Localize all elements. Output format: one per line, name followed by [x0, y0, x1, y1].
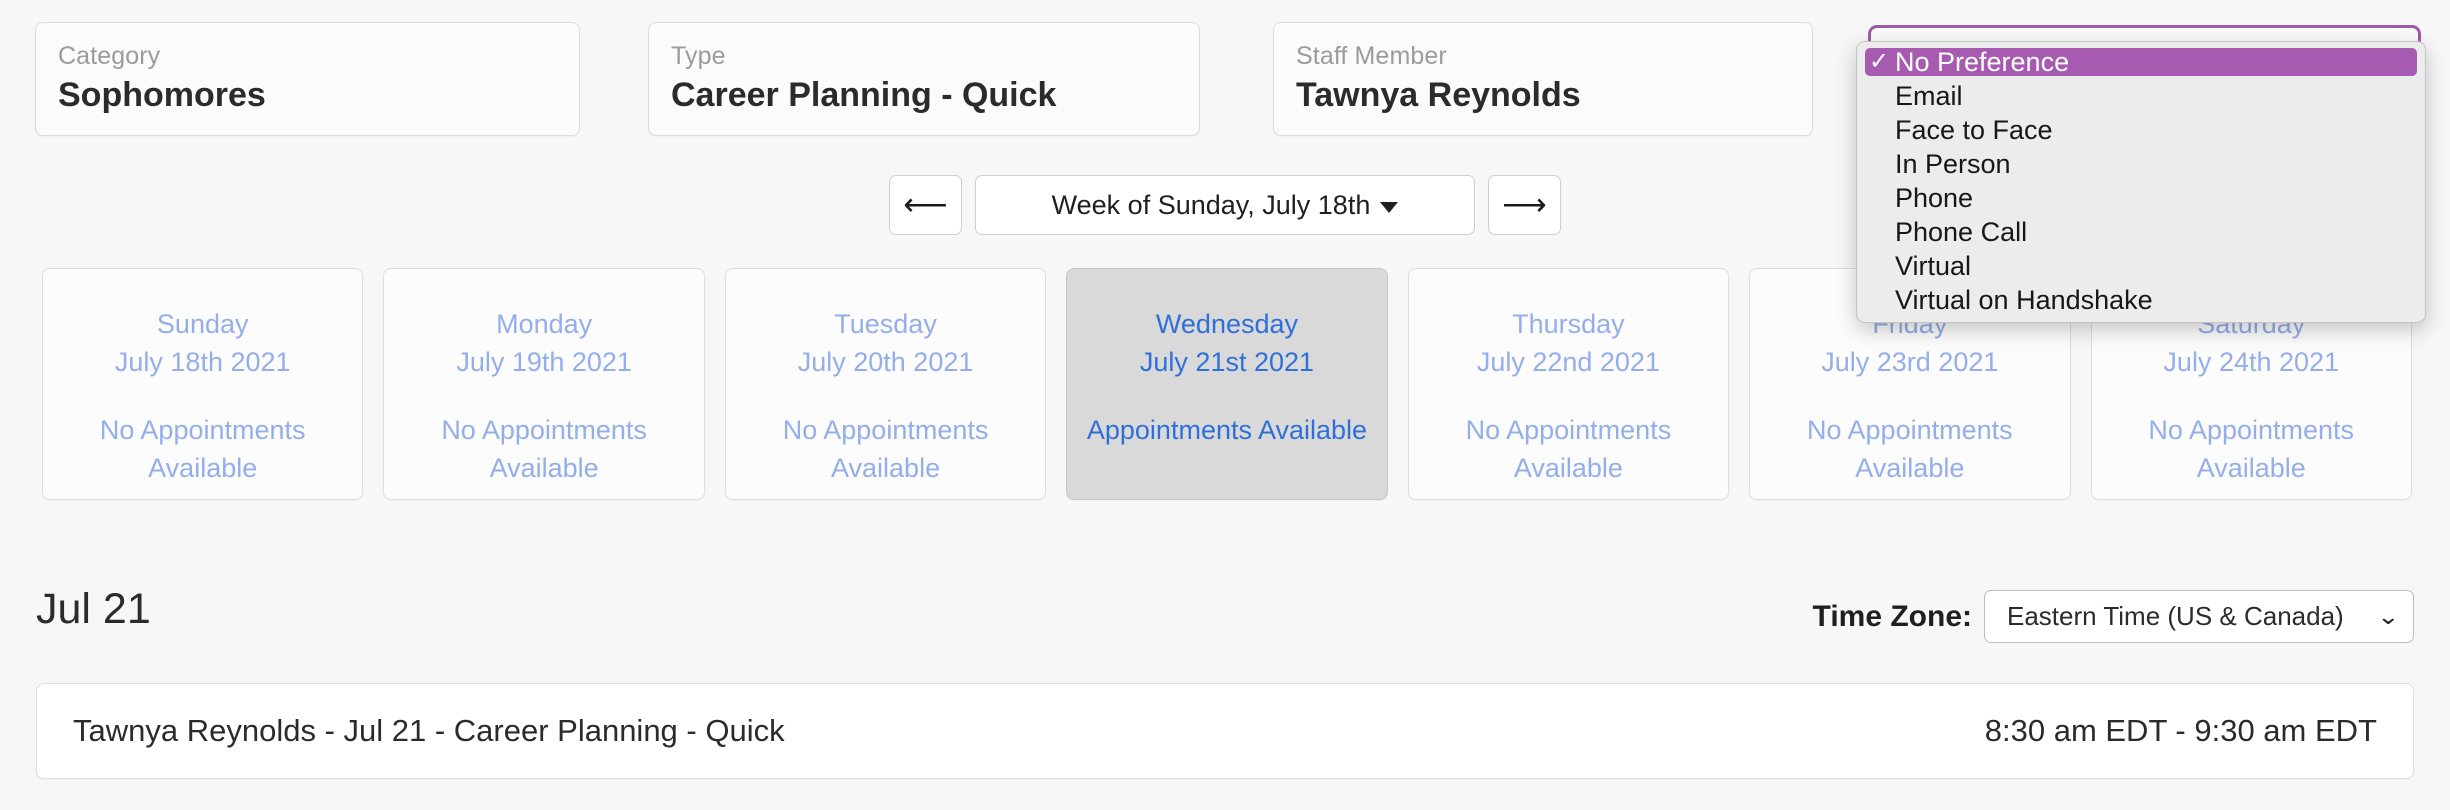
dropdown-option[interactable]: ✓ No Preference — [1865, 48, 2417, 76]
day-card-date: July 22nd 2021 — [1476, 347, 1660, 377]
day-card-date: July 20th 2021 — [797, 347, 974, 377]
dropdown-option-label: Virtual on Handshake — [1895, 285, 2153, 315]
day-card-status: No Appointments Available — [2148, 415, 2355, 483]
filter-label-category: Category — [58, 42, 161, 70]
day-card-name: Wednesday — [1155, 309, 1299, 339]
appointment-slot-row[interactable]: Tawnya Reynolds - Jul 21 - Career Planni… — [36, 683, 2414, 779]
week-picker-button[interactable]: Week of Sunday, July 18th — [975, 175, 1475, 235]
selected-date-heading: Jul 21 — [36, 585, 151, 633]
dropdown-option[interactable]: Phone — [1865, 184, 2417, 212]
day-card-name: Tuesday — [834, 309, 937, 339]
day-card-name: Monday — [496, 309, 593, 339]
day-card-date: July 21st 2021 — [1139, 347, 1315, 377]
appointment-title: Tawnya Reynolds - Jul 21 - Career Planni… — [73, 713, 785, 748]
day-card-date: July 19th 2021 — [456, 347, 632, 377]
dropdown-option[interactable]: Virtual — [1865, 252, 2417, 280]
check-icon: ✓ — [1869, 48, 1890, 75]
dropdown-option-label: Phone — [1895, 183, 1974, 213]
filter-value-type: Career Planning - Quick — [671, 76, 1057, 114]
timezone-control: Time Zone: Eastern Time (US & Canada) ⌄ — [1813, 590, 2414, 643]
dropdown-option-label: Virtual — [1895, 251, 1972, 281]
filter-card-type[interactable]: Type Career Planning - Quick — [648, 22, 1200, 136]
day-card[interactable]: Tuesday July 20th 2021 No Appointments Ava… — [724, 268, 1047, 500]
dropdown-option-label: Phone Call — [1895, 217, 2028, 247]
filter-card-staff-member[interactable]: Staff Member Tawnya Reynolds — [1273, 22, 1813, 136]
day-card[interactable]: Sunday July 18th 2021 No Appointments Avai… — [42, 268, 364, 500]
arrow-left-icon: ⟵ — [903, 187, 948, 222]
filter-label-type: Type — [671, 42, 726, 70]
chevron-down-icon: ⌄ — [2376, 603, 2400, 629]
filter-card-category[interactable]: Category Sophomores — [35, 22, 580, 136]
day-card-status: No Appointments Available — [1465, 415, 1672, 483]
dropdown-option[interactable]: Phone Call — [1865, 218, 2417, 246]
day-card-status: No Appointments Available — [99, 415, 306, 483]
appointment-time-range: 8:30 am EDT - 9:30 am EDT — [1984, 713, 2377, 748]
day-card-date: July 24th 2021 — [2163, 347, 2340, 377]
dropdown-option[interactable]: Virtual on Handshake — [1865, 286, 2417, 314]
timezone-selected-value: Eastern Time (US & Canada) — [2007, 601, 2344, 631]
day-card[interactable]: Wednesday July 21st 2021 Appointments Avai… — [1066, 268, 1388, 500]
dropdown-option[interactable]: Email — [1865, 82, 2417, 110]
week-picker-label: Week of Sunday, July 18th — [1051, 189, 1371, 220]
dropdown-option-label: In Person — [1895, 149, 2011, 179]
dropdown-option-label: Email — [1895, 81, 1963, 111]
timezone-select[interactable]: Eastern Time (US & Canada) ⌄ — [1984, 590, 2414, 643]
filter-label-staff-member: Staff Member — [1296, 42, 1447, 70]
day-card-status: Appointments Available — [1086, 415, 1368, 445]
day-card-date: July 18th 2021 — [114, 347, 291, 377]
day-card[interactable]: Monday July 19th 2021 No Appointments Avai… — [383, 268, 705, 500]
day-card-status: No Appointments Available — [782, 415, 989, 483]
filter-value-staff-member: Tawnya Reynolds — [1296, 76, 1581, 114]
dropdown-option[interactable]: In Person — [1865, 150, 2417, 178]
chevron-down-icon — [1380, 201, 1399, 213]
dropdown-option-label: Face to Face — [1895, 115, 2053, 145]
day-card-status: No Appointments Available — [441, 415, 647, 483]
modality-dropdown-menu[interactable]: ✓ No Preference Email Face to Face In Person… — [1856, 41, 2426, 323]
dropdown-option[interactable]: Face to Face — [1865, 116, 2417, 144]
timezone-label: Time Zone: — [1812, 599, 1972, 633]
dropdown-option-label: No Preference — [1895, 47, 2070, 77]
previous-week-button[interactable]: ⟵ — [889, 175, 962, 235]
arrow-right-icon: ⟶ — [1502, 187, 1547, 222]
next-week-button[interactable]: ⟶ — [1488, 175, 1561, 235]
day-card-date: July 23rd 2021 — [1821, 347, 1999, 377]
day-card-name: Sunday — [156, 309, 249, 339]
day-card[interactable]: Thursday July 22nd 2021 No Appointments Av… — [1407, 268, 1730, 500]
filter-value-category: Sophomores — [58, 76, 266, 114]
day-card-name: Thursday — [1512, 309, 1625, 339]
day-card-status: No Appointments Available — [1807, 415, 2013, 483]
